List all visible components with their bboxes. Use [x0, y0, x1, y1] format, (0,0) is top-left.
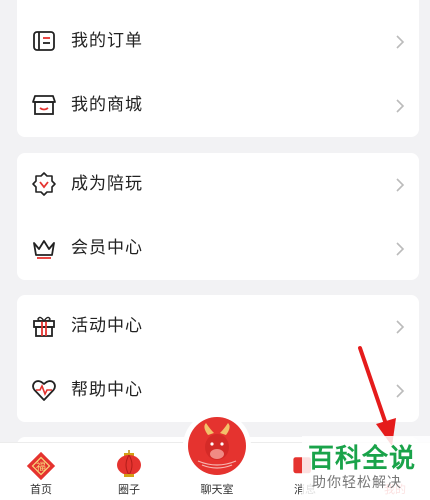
menu-item-label: 我的商城: [71, 95, 143, 115]
crown-icon: [33, 240, 55, 259]
menu-card-orders: 我的订单 我的商城: [17, 0, 419, 137]
menu-item-become-companion[interactable]: 成为陪玩: [17, 155, 419, 215]
lantern-icon: [117, 450, 141, 477]
tab-chatroom-label: 聊天室: [200, 483, 234, 496]
chatroom-center-button[interactable]: [183, 412, 251, 480]
chevron-right-icon: [396, 99, 405, 113]
menu-item-label: 我的订单: [71, 31, 143, 51]
svg-text:福: 福: [36, 460, 46, 473]
watermark-subtitle: 助你轻松解决: [312, 475, 402, 491]
tab-home-label: 首页: [30, 483, 52, 496]
watermark-overlay: 百科全说 助你轻松解决: [302, 436, 430, 500]
tab-home[interactable]: 福 首页: [1, 443, 81, 500]
menu-item-my-orders[interactable]: 我的订单: [17, 12, 419, 72]
menu-item-my-store[interactable]: 我的商城: [17, 76, 419, 136]
chevron-right-icon: [396, 178, 405, 192]
menu-item-label: 帮助中心: [71, 380, 143, 400]
watermark-title: 百科全说: [308, 444, 417, 474]
menu-card-membership: 成为陪玩 会员中心: [17, 153, 419, 280]
menu-item-member-center[interactable]: 会员中心: [17, 219, 419, 279]
chatroom-center-inner: [188, 417, 246, 475]
menu-item-label: 会员中心: [71, 238, 143, 258]
tab-circle-label: 圈子: [118, 483, 140, 496]
chevron-right-icon: [396, 320, 405, 334]
menu-item-label: 成为陪玩: [71, 174, 143, 194]
chevron-right-icon: [396, 35, 405, 49]
gift-icon: [33, 316, 55, 337]
home-fortune-icon: 福: [26, 451, 56, 481]
chevron-right-icon: [396, 242, 405, 256]
menu-item-label: 活动中心: [71, 316, 143, 336]
ox-mascot-icon: [197, 423, 237, 469]
order-list-icon: [33, 31, 55, 51]
tab-circle[interactable]: 圈子: [89, 443, 169, 500]
badge-heart-icon: [32, 172, 56, 196]
heart-pulse-icon: [32, 380, 56, 401]
store-icon: [32, 95, 56, 115]
